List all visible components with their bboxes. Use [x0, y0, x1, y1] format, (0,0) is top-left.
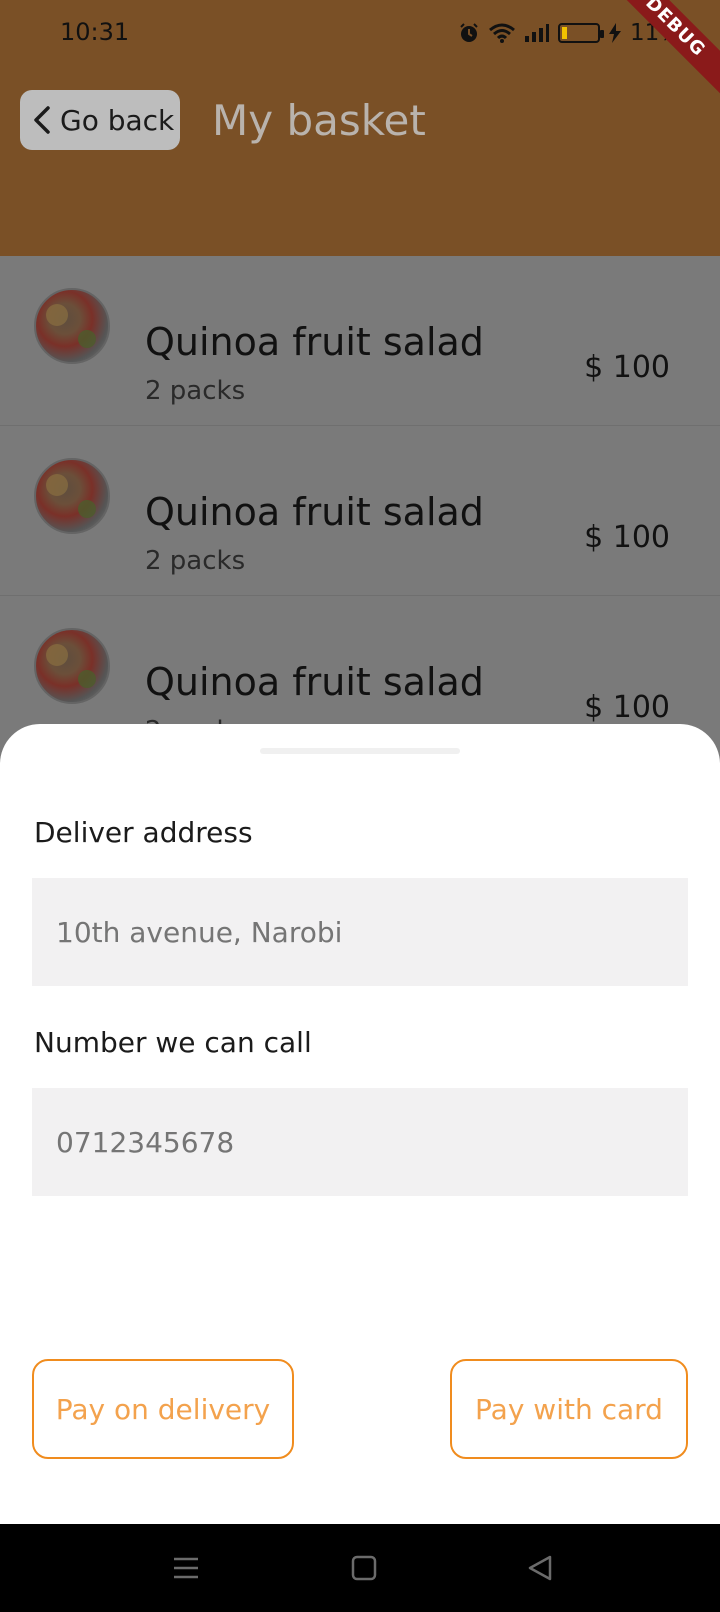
item-price: $ 100	[584, 350, 670, 385]
item-name: Quinoa fruit salad	[145, 660, 484, 704]
sheet-drag-handle[interactable]	[260, 748, 460, 754]
address-field[interactable]	[32, 878, 688, 986]
charging-icon	[609, 23, 621, 43]
page-title: My basket	[212, 96, 426, 145]
system-nav-bar	[0, 1524, 720, 1612]
phone-label: Number we can call	[34, 1026, 312, 1059]
status-bar: 10:31 11%	[0, 0, 720, 64]
item-name: Quinoa fruit salad	[145, 320, 484, 364]
item-price: $ 100	[584, 520, 670, 555]
pay-on-delivery-button[interactable]: Pay on delivery	[32, 1359, 294, 1459]
item-price: $ 100	[584, 690, 670, 725]
back-triangle-icon[interactable]	[524, 1552, 556, 1584]
go-back-button[interactable]: Go back	[20, 90, 180, 150]
home-square-icon[interactable]	[348, 1552, 380, 1584]
wifi-icon	[489, 23, 515, 43]
checkout-sheet: Deliver address Number we can call Pay o…	[0, 724, 720, 1524]
status-time: 10:31	[60, 18, 130, 46]
item-name: Quinoa fruit salad	[145, 490, 484, 534]
go-back-label: Go back	[60, 103, 175, 137]
address-label: Deliver address	[34, 816, 253, 849]
basket-item[interactable]: Quinoa fruit salad 2 packs $ 100	[0, 256, 720, 426]
header: 10:31 11% DEBUG Go back My basket	[0, 0, 720, 256]
fruit-salad-image	[34, 458, 110, 534]
signal-icon	[525, 24, 549, 42]
basket-item[interactable]: Quinoa fruit salad 2 packs $ 100	[0, 426, 720, 596]
battery-icon	[558, 23, 604, 43]
item-quantity: 2 packs	[145, 546, 246, 576]
pay-with-card-button[interactable]: Pay with card	[450, 1359, 688, 1459]
fruit-salad-image	[34, 288, 110, 364]
item-quantity: 2 packs	[145, 376, 246, 406]
menu-icon[interactable]	[170, 1552, 202, 1584]
status-icons: 11%	[458, 18, 681, 48]
fruit-salad-image	[34, 628, 110, 704]
alarm-icon	[460, 23, 478, 42]
phone-field[interactable]	[32, 1088, 688, 1196]
basket-list: Quinoa fruit salad 2 packs $ 100 Quinoa …	[0, 256, 720, 766]
chevron-left-icon	[34, 106, 50, 134]
